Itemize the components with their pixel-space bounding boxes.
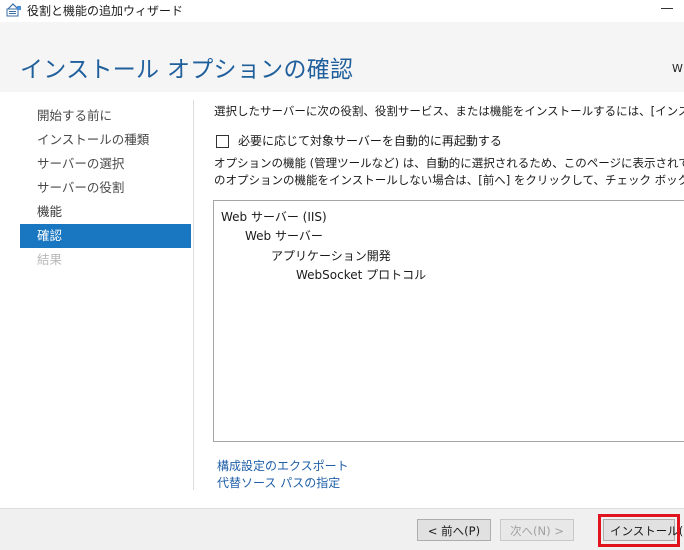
optional-features-text-line1: オプションの機能 (管理ツールなど) は、自動的に選択されるため、このページに表… <box>214 156 684 170</box>
minimize-icon[interactable] <box>661 8 673 9</box>
features-list-box[interactable]: Web サーバー (IIS) Web サーバー アプリケーション開発 WebSo… <box>213 200 684 442</box>
export-configuration-link[interactable]: 構成設定のエクスポート <box>217 457 349 474</box>
nav-item-server-roles[interactable]: サーバーの役割 <box>20 176 191 200</box>
nav-item-results: 結果 <box>37 252 63 267</box>
server-manager-icon <box>6 3 21 17</box>
feature-item-web-server: Web サーバー <box>245 229 323 243</box>
intro-text: 選択したサーバーに次の役割、役割サービス、または機能をインストールするには、[イ… <box>214 104 684 118</box>
alternate-source-path-link[interactable]: 代替ソース パスの指定 <box>217 474 340 491</box>
nav-item-features[interactable]: 機能 <box>20 200 191 224</box>
title-bar: 役割と機能の追加ウィザード <box>0 0 684 22</box>
nav-item-before-you-begin[interactable]: 開始する前に <box>20 104 191 128</box>
nav-divider <box>193 100 194 490</box>
feature-item-application-development: アプリケーション開発 <box>271 249 391 263</box>
previous-button[interactable]: < 前へ(P) <box>417 519 491 541</box>
next-button[interactable]: 次へ(N) > <box>500 519 574 541</box>
wizard-window: 役割と機能の追加ウィザード インストール オプションの確認 W 開始する前に イ… <box>0 0 684 550</box>
restart-checkbox[interactable] <box>216 135 229 148</box>
restart-checkbox-label[interactable]: 必要に応じて対象サーバーを自動的に再起動する <box>238 132 502 149</box>
install-button-highlight <box>598 514 680 547</box>
nav-item-installation-type[interactable]: インストールの種類 <box>20 128 191 152</box>
destination-server-label: W <box>672 62 683 75</box>
feature-item-websocket-protocol: WebSocket プロトコル <box>296 268 427 282</box>
window-title: 役割と機能の追加ウィザード <box>27 4 184 18</box>
nav-item-server-selection[interactable]: サーバーの選択 <box>20 152 191 176</box>
feature-item-web-server-iis: Web サーバー (IIS) <box>221 210 327 224</box>
optional-features-text-line2: のオプションの機能をインストールしない場合は、[前へ] をクリックして、チェック… <box>214 173 684 187</box>
footer-bar <box>0 508 684 550</box>
nav-item-confirmation[interactable]: 確認 <box>20 224 191 248</box>
page-title: インストール オプションの確認 <box>20 57 354 83</box>
wizard-steps-nav: 開始する前に インストールの種類 サーバーの選択 サーバーの役割 機能 確認 結… <box>20 104 191 272</box>
